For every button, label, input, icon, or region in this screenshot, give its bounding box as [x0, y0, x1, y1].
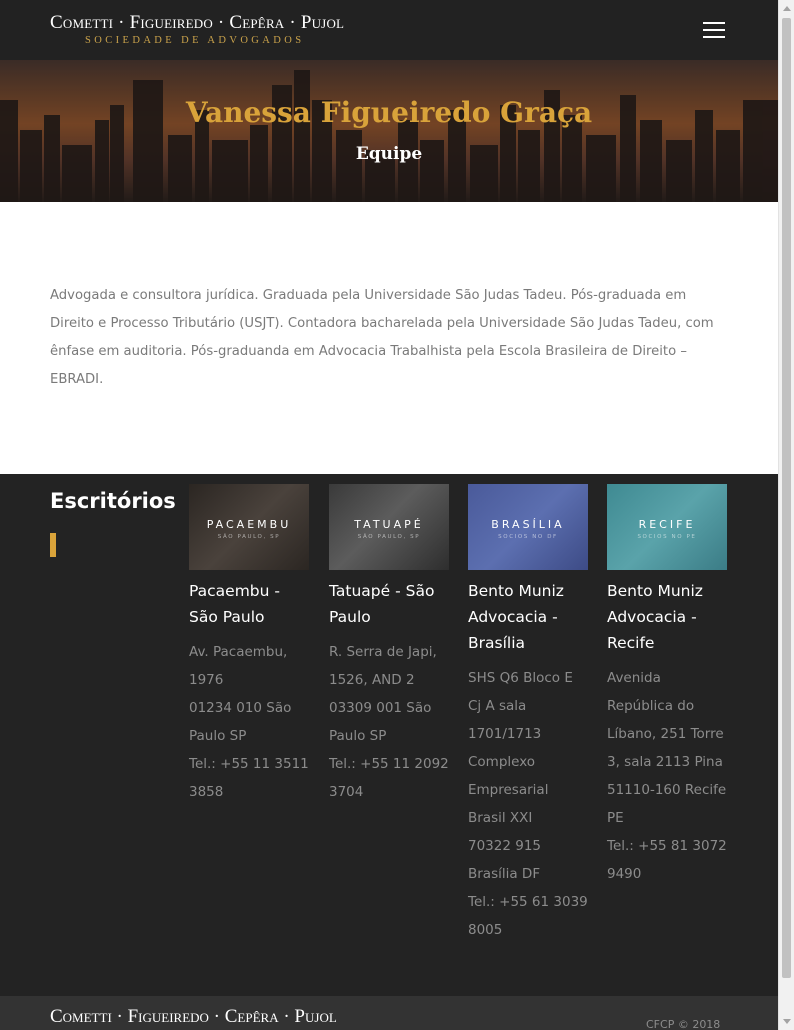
- menu-bar: [703, 22, 725, 24]
- office-card-recife: RECIFE SOCIOS NO PE Bento Muniz Advocaci…: [607, 484, 727, 888]
- office-image-sublabel: SOCIOS NO PE: [637, 534, 697, 540]
- address-line: 01234 010 São Paulo SP: [189, 700, 292, 744]
- address-line: 51110-160 Recife PE: [607, 782, 727, 826]
- office-address: SHS Q6 Bloco E Cj A sala 1701/1713 Compl…: [468, 664, 588, 944]
- address-line: Avenida República do Líbano, 251 Torre 3…: [607, 670, 724, 770]
- office-image-label: BRASÍLIA: [491, 518, 565, 531]
- scroll-up-arrow-icon[interactable]: [783, 6, 791, 11]
- office-address: Avenida República do Líbano, 251 Torre 3…: [607, 664, 727, 888]
- page: Cometti · Figueiredo · Cepêra · Pujol SO…: [0, 0, 778, 1030]
- address-line: 03309 001 São Paulo SP: [329, 700, 432, 744]
- heading-accent-bar: [50, 533, 56, 557]
- office-image-label: PACAEMBU: [206, 518, 292, 531]
- office-address: Av. Pacaembu, 1976 01234 010 São Paulo S…: [189, 638, 309, 806]
- hamburger-menu-icon[interactable]: [703, 20, 727, 40]
- hero-banner: Vanessa Figueiredo Graça Equipe: [0, 60, 778, 202]
- office-image[interactable]: BRASÍLIA SOCIOS NO DF: [468, 484, 588, 570]
- office-image-sublabel: SOCIOS NO DF: [498, 534, 558, 540]
- office-name[interactable]: Bento Muniz Advocacia - Brasília: [468, 578, 588, 656]
- page-subtitle: Equipe: [355, 144, 423, 164]
- office-image-sublabel: SÃO PAULO, SP: [357, 534, 421, 540]
- office-image[interactable]: RECIFE SOCIOS NO PE: [607, 484, 727, 570]
- address-line: R. Serra de Japi, 1526, AND 2: [329, 644, 437, 688]
- menu-bar: [703, 29, 725, 31]
- phone-line: Tel.: +55 61 3039 8005: [468, 894, 588, 938]
- office-image-label: TATUAPÉ: [354, 518, 424, 531]
- scroll-down-arrow-icon[interactable]: [783, 1019, 791, 1024]
- office-name[interactable]: Pacaembu - São Paulo: [189, 578, 309, 630]
- footer: Cometti · Figueiredo · Cepêra · Pujol CF…: [0, 996, 778, 1030]
- office-card-pacaembu: PACAEMBU SÃO PAULO, SP Pacaembu - São Pa…: [189, 484, 309, 806]
- phone-line: Tel.: +55 11 3511 3858: [189, 756, 309, 800]
- office-name[interactable]: Bento Muniz Advocacia - Recife: [607, 578, 727, 656]
- scrollbar-thumb[interactable]: [782, 18, 791, 978]
- phone-line: Tel.: +55 11 2092 3704: [329, 756, 449, 800]
- brand-name: Cometti · Figueiredo · Cepêra · Pujol: [50, 12, 345, 33]
- office-card-brasilia: BRASÍLIA SOCIOS NO DF Bento Muniz Advoca…: [468, 484, 588, 944]
- top-navbar: Cometti · Figueiredo · Cepêra · Pujol SO…: [0, 0, 778, 60]
- address-line: 70322 915 Brasília DF: [468, 838, 542, 882]
- offices-section: Escritórios PACAEMBU SÃO PAULO, SP Pacae…: [0, 474, 778, 996]
- vertical-scrollbar[interactable]: [778, 0, 794, 1030]
- offices-heading: Escritórios: [50, 489, 176, 513]
- page-title: Vanessa Figueiredo Graça: [185, 96, 593, 129]
- office-image-label: RECIFE: [638, 518, 696, 531]
- office-image[interactable]: TATUAPÉ SÃO PAULO, SP: [329, 484, 449, 570]
- bio-text: Advogada e consultora jurídica. Graduada…: [50, 288, 714, 387]
- phone-line: Tel.: +55 81 3072 9490: [607, 838, 727, 882]
- office-address: R. Serra de Japi, 1526, AND 2 03309 001 …: [329, 638, 449, 806]
- address-line: SHS Q6 Bloco E Cj A sala 1701/1713 Compl…: [468, 670, 573, 826]
- brand-logo[interactable]: Cometti · Figueiredo · Cepêra · Pujol SO…: [50, 12, 344, 47]
- office-image[interactable]: PACAEMBU SÃO PAULO, SP: [189, 484, 309, 570]
- address-line: Av. Pacaembu, 1976: [189, 644, 288, 688]
- brand-tagline: SOCIEDADE DE ADVOGADOS: [85, 35, 305, 46]
- office-name[interactable]: Tatuapé - São Paulo: [329, 578, 449, 630]
- footer-brand-name[interactable]: Cometti · Figueiredo · Cepêra · Pujol: [50, 1006, 337, 1028]
- office-card-tatuape: TATUAPÉ SÃO PAULO, SP Tatuapé - São Paul…: [329, 484, 449, 806]
- menu-bar: [703, 36, 725, 38]
- office-image-sublabel: SÃO PAULO, SP: [217, 534, 281, 540]
- copyright-text: CFCP © 2018: [646, 1018, 721, 1030]
